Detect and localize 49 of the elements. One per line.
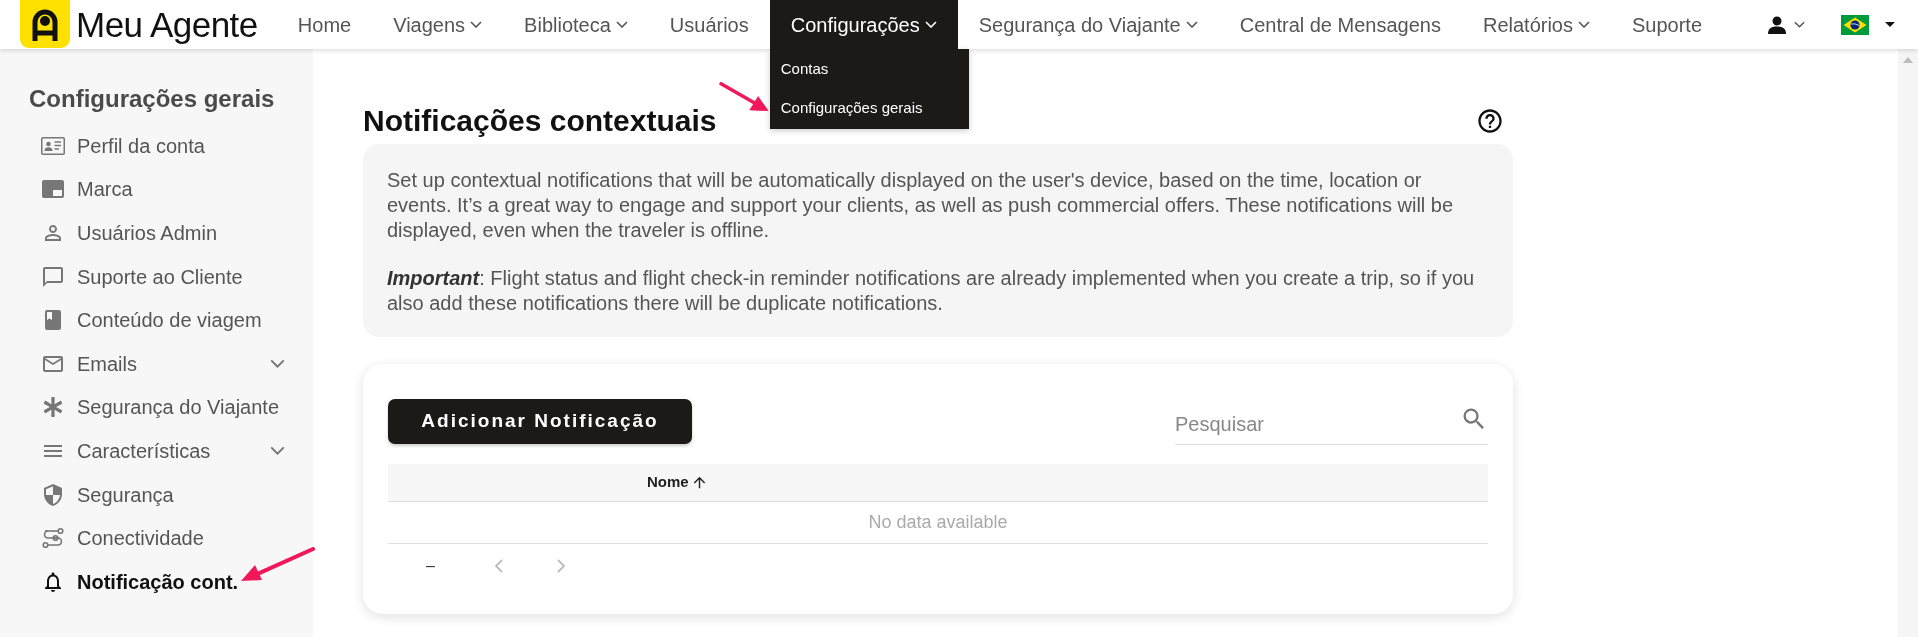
sidebar-item[interactable]: Segurança	[29, 472, 285, 517]
sidebar-item[interactable]: Usuários Admin	[29, 211, 285, 255]
nav-link[interactable]: Biblioteca	[503, 0, 649, 49]
nav-link[interactable]: Relatórios	[1461, 0, 1611, 49]
sidebar-item[interactable]: Características	[29, 429, 285, 473]
empty-message: No data available	[868, 511, 1008, 534]
info-text: Set up contextual notifications that will be automatically displayed on the user's device, based on the time, location or events. It’s a great way to engage and support your clients, as well as push commercial offers. These notifications will be displayed, even when the traveler is offline.	[387, 168, 1455, 243]
id-card-icon	[41, 136, 65, 155]
user-icon	[1768, 15, 1786, 34]
sidebar-title: Configurações gerais	[29, 84, 276, 114]
sidebar-item[interactable]: Suporte ao Cliente	[29, 254, 285, 299]
user-menu-button[interactable]	[1768, 15, 1805, 34]
nav-link[interactable]: Usuários	[648, 0, 770, 49]
page-title: Notificações contextuais	[363, 103, 717, 139]
chevron-right-icon	[556, 559, 565, 573]
page-range: –	[426, 556, 435, 576]
scrollbar[interactable]	[1898, 49, 1918, 637]
nav-link[interactable]: Home	[276, 0, 373, 49]
chevron-down-icon	[1794, 21, 1805, 28]
sidebar-item[interactable]: Segurança do Viajante	[29, 385, 285, 430]
column-header[interactable]: Nome	[631, 471, 724, 494]
dropdown-menu-item[interactable]: Configurações gerais	[769, 89, 969, 128]
route-icon	[42, 527, 64, 550]
nav-link[interactable]: Configurações	[769, 0, 958, 49]
sidebar-item[interactable]: Marca	[29, 167, 285, 212]
flag-icon	[1841, 14, 1869, 35]
sidebar-item[interactable]: Conteúdo de viagem	[29, 298, 285, 342]
dropdown-menu-item[interactable]: Contas	[769, 50, 969, 89]
asterisk-icon	[43, 397, 63, 418]
caret-down-icon	[1885, 22, 1895, 27]
language-menu-button[interactable]	[1841, 14, 1895, 35]
brand-name: Meu Agente	[76, 7, 258, 42]
annotation-arrow	[719, 82, 769, 112]
help-icon[interactable]	[1476, 107, 1504, 135]
sidebar-item[interactable]: Emails	[29, 341, 285, 386]
search-field[interactable]: Pesquisar	[1175, 405, 1450, 444]
shield-icon	[41, 482, 65, 507]
nav-link[interactable]: Viagens	[372, 0, 504, 49]
nav-link[interactable]: Suporte	[1611, 0, 1724, 49]
chevron-left-icon	[494, 559, 503, 573]
logo-icon[interactable]	[20, 0, 70, 48]
sidebar-item[interactable]: Notificação cont.	[29, 559, 285, 604]
nav-link[interactable]: Segurança do Viajante	[957, 0, 1219, 49]
sidebar-item[interactable]: Conectividade	[29, 516, 285, 560]
add-notification-button[interactable]: Adicionar Notificação	[388, 399, 692, 444]
chat-bubble-icon	[41, 264, 65, 289]
nav-link[interactable]: Central de Mensagens	[1218, 0, 1462, 49]
important-note: Important: Flight status and flight check-in reminder notifications are already implemented when you create a trip, so if you also add these notifications there will be duplicate notifications.	[387, 266, 1476, 316]
sidebar-item[interactable]: Perfil da conta	[29, 124, 285, 168]
